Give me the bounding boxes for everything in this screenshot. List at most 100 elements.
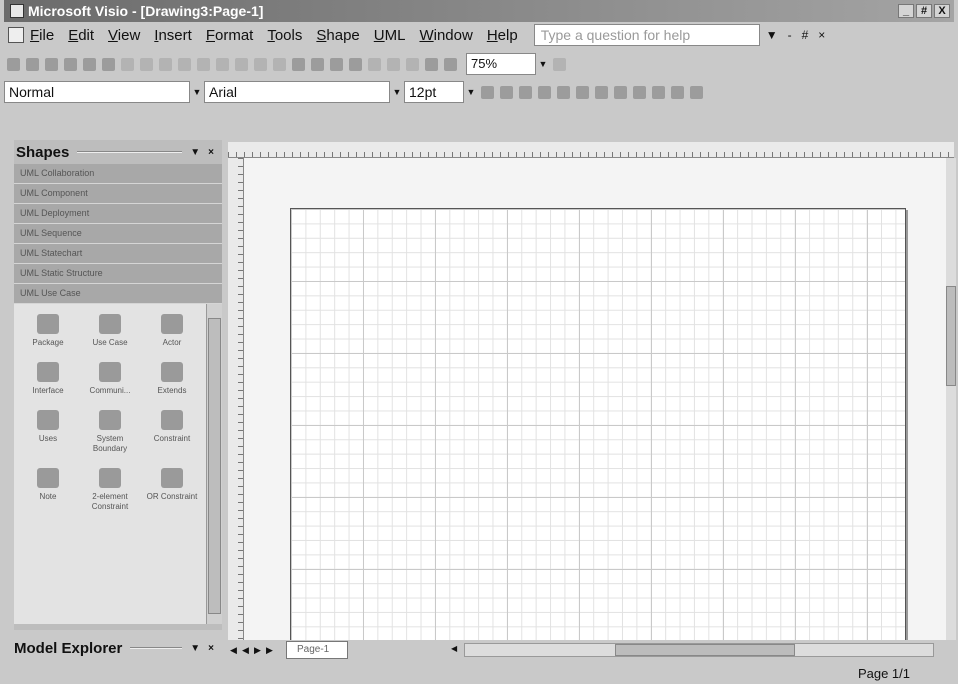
font-size-select[interactable]: 12pt xyxy=(404,81,464,103)
horizontal-scrollbar[interactable]: ◀ xyxy=(451,643,934,657)
line-pattern-icon[interactable] xyxy=(671,85,684,99)
shape-extends[interactable]: Extends xyxy=(142,362,202,396)
help-search-input[interactable]: Type a question for help xyxy=(533,24,760,46)
menu-help[interactable]: Help xyxy=(487,27,518,44)
shape-note[interactable]: Note xyxy=(18,468,78,512)
visio-app-icon[interactable] xyxy=(10,4,24,18)
menu-uml[interactable]: UML xyxy=(374,27,406,44)
shape-system-boundary[interactable]: System Boundary xyxy=(80,410,140,454)
stencil-icon[interactable] xyxy=(273,57,286,71)
research-icon[interactable] xyxy=(121,57,134,71)
shape-uses[interactable]: Uses xyxy=(18,410,78,454)
panel-menu-icon[interactable]: ▼ xyxy=(190,643,200,654)
tab-page-1[interactable]: Page-1 xyxy=(286,641,348,659)
shapes-icon[interactable] xyxy=(292,57,305,71)
underline-icon[interactable] xyxy=(519,85,532,99)
menu-insert[interactable]: Insert xyxy=(154,27,192,44)
shape-interface[interactable]: Interface xyxy=(18,362,78,396)
hyperlink-icon[interactable] xyxy=(254,57,267,71)
style-dropdown-icon[interactable]: ▼ xyxy=(190,81,204,103)
shape-or-constraint[interactable]: OR Constraint xyxy=(142,468,202,512)
menu-window[interactable]: Window xyxy=(419,27,472,44)
connector-tool-icon[interactable] xyxy=(311,57,324,71)
minimize-button[interactable]: _ xyxy=(898,4,914,18)
panel-grip[interactable] xyxy=(77,151,183,153)
panel-menu-icon[interactable]: ▼ xyxy=(190,147,200,158)
align-right-icon[interactable] xyxy=(576,85,589,99)
menu-file[interactable]: File xyxy=(30,27,54,44)
first-page-icon[interactable]: ◀ xyxy=(230,645,240,656)
stencil-uml-collaboration[interactable]: UML Collaboration xyxy=(14,164,222,184)
print-preview-icon[interactable] xyxy=(83,57,96,71)
panel-grip[interactable] xyxy=(130,647,183,649)
next-page-icon[interactable]: ▶ xyxy=(254,645,264,656)
align-center-icon[interactable] xyxy=(557,85,570,99)
vertical-scroll-thumb[interactable] xyxy=(946,286,956,386)
spelling-icon[interactable] xyxy=(102,57,115,71)
shape-package[interactable]: Package xyxy=(18,314,78,348)
stencil-uml-static-structure[interactable]: UML Static Structure xyxy=(14,264,222,284)
rectangle-tool-icon[interactable] xyxy=(406,57,419,71)
style-select[interactable]: Normal xyxy=(4,81,190,103)
undo-icon[interactable] xyxy=(216,57,229,71)
stencil-uml-sequence[interactable]: UML Sequence xyxy=(14,224,222,244)
shape-actor[interactable]: Actor xyxy=(142,314,202,348)
italic-icon[interactable] xyxy=(500,85,513,99)
zoom-dropdown-icon[interactable]: ▼ xyxy=(536,53,550,75)
pointer-tool-icon[interactable] xyxy=(330,57,343,71)
copy-icon[interactable] xyxy=(159,57,172,71)
close-button[interactable]: X xyxy=(934,4,950,18)
help-dropdown-icon[interactable]: ▼ xyxy=(766,28,778,42)
last-page-icon[interactable]: ▶ xyxy=(266,645,276,656)
font-select[interactable]: Arial xyxy=(204,81,390,103)
zoom-select[interactable]: 75% xyxy=(466,53,536,75)
vertical-scrollbar[interactable] xyxy=(946,158,956,640)
shape-constraint[interactable]: Constraint xyxy=(142,410,202,454)
new-icon[interactable] xyxy=(7,57,20,71)
shape-communicates[interactable]: Communi... xyxy=(80,362,140,396)
menu-edit[interactable]: Edit xyxy=(68,27,94,44)
print-icon[interactable] xyxy=(64,57,77,71)
text-tool-icon[interactable] xyxy=(349,57,362,71)
model-explorer-header[interactable]: Model Explorer ▼ × xyxy=(14,636,222,660)
drawing-page[interactable] xyxy=(290,208,906,640)
zoom-out-icon[interactable] xyxy=(444,57,457,71)
open-icon[interactable] xyxy=(26,57,39,71)
shape-use-case[interactable]: Use Case xyxy=(80,314,140,348)
menu-view[interactable]: View xyxy=(108,27,140,44)
paste-icon[interactable] xyxy=(178,57,191,71)
menu-tools[interactable]: Tools xyxy=(267,27,302,44)
menu-format[interactable]: Format xyxy=(206,27,254,44)
bold-icon[interactable] xyxy=(481,85,494,99)
line-ends-icon[interactable] xyxy=(690,85,703,99)
panel-close-icon[interactable]: × xyxy=(208,643,214,654)
line-tool-icon[interactable] xyxy=(368,57,381,71)
stencil-scroll-thumb[interactable] xyxy=(208,318,221,614)
menu-shape[interactable]: Shape xyxy=(316,27,359,44)
line-weight-icon[interactable] xyxy=(652,85,665,99)
stencil-uml-use-case[interactable]: UML Use Case xyxy=(14,284,222,304)
scroll-left-icon[interactable]: ◀ xyxy=(451,644,463,656)
document-icon[interactable] xyxy=(8,27,24,43)
shape-two-element-constraint[interactable]: 2-element Constraint xyxy=(80,468,140,512)
restore-button[interactable]: # xyxy=(916,4,932,18)
line-color-icon[interactable] xyxy=(614,85,627,99)
doc-restore-button[interactable]: # xyxy=(802,28,809,42)
stencil-uml-deployment[interactable]: UML Deployment xyxy=(14,204,222,224)
format-painter-icon[interactable] xyxy=(197,57,210,71)
stencil-uml-statechart[interactable]: UML Statechart xyxy=(14,244,222,264)
drawing-canvas[interactable] xyxy=(244,158,946,640)
stencil-uml-component[interactable]: UML Component xyxy=(14,184,222,204)
panel-close-icon[interactable]: × xyxy=(208,147,214,158)
redo-icon[interactable] xyxy=(235,57,248,71)
doc-minimize-button[interactable]: - xyxy=(788,28,792,42)
font-color-icon[interactable] xyxy=(595,85,608,99)
stencil-scrollbar[interactable] xyxy=(206,304,222,624)
doc-close-button[interactable]: × xyxy=(818,28,825,42)
save-icon[interactable] xyxy=(45,57,58,71)
align-left-icon[interactable] xyxy=(538,85,551,99)
zoom-in-icon[interactable] xyxy=(425,57,438,71)
font-dropdown-icon[interactable]: ▼ xyxy=(390,81,404,103)
help-icon[interactable] xyxy=(553,57,566,71)
prev-page-icon[interactable]: ◀ xyxy=(242,645,252,656)
